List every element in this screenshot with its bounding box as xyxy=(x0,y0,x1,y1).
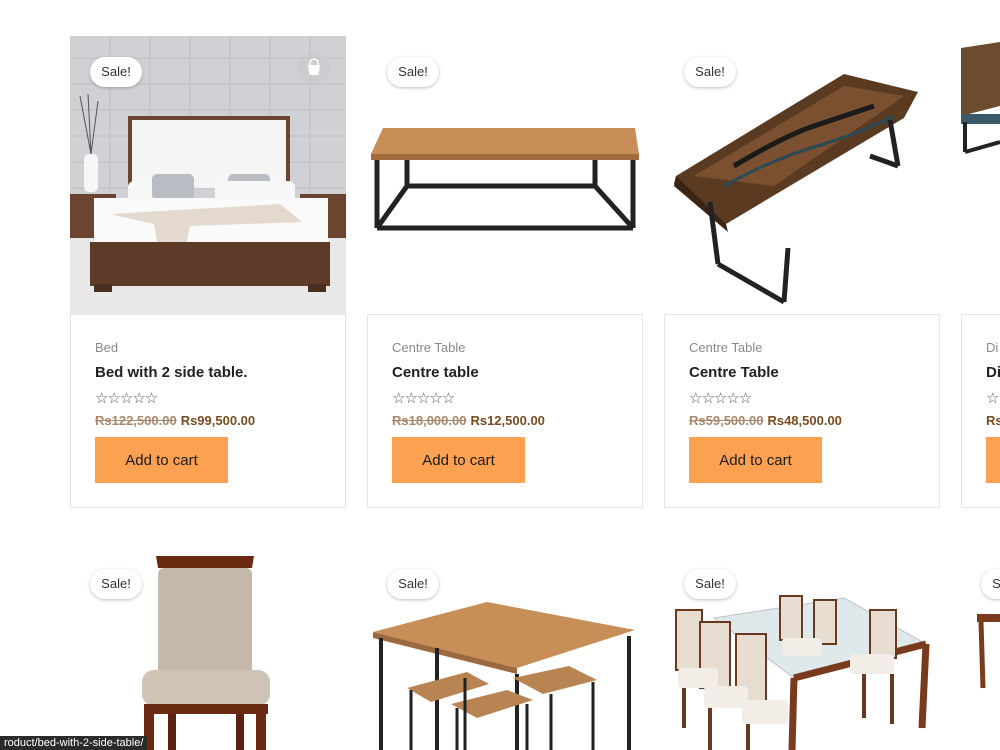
sale-badge: Sale! xyxy=(684,569,736,599)
product-image-partial[interactable] xyxy=(961,36,1000,314)
regular-price: Rs59,500.00 xyxy=(689,413,764,428)
sale-badge: Sale! xyxy=(684,57,736,87)
product-info: Centre Table Centre table ☆☆☆☆☆ Rs18,000… xyxy=(367,314,643,508)
product-info: Di Di ☆☆☆☆☆ Rs Add to cart xyxy=(961,314,1000,508)
product-title[interactable]: Centre table xyxy=(392,364,479,381)
product-card-partial-row2[interactable]: Sale! xyxy=(961,548,1000,750)
product-category[interactable]: Centre Table xyxy=(392,340,465,355)
product-category[interactable]: Bed xyxy=(95,340,118,355)
sale-price: Rs99,500.00 xyxy=(180,413,256,428)
rating-stars: ☆☆☆☆☆ xyxy=(986,390,1000,407)
sale-badge: Sale! xyxy=(90,57,142,87)
product-price: Rs59,500.00 Rs48,500.00 xyxy=(689,413,842,428)
sale-badge: Sale! xyxy=(90,569,142,599)
product-title[interactable]: Centre Table xyxy=(689,364,779,381)
rating-stars: ☆☆☆☆☆ xyxy=(95,390,158,407)
add-to-cart-button[interactable]: Add to cart xyxy=(986,437,1000,483)
add-to-cart-button[interactable]: Add to cart xyxy=(689,437,822,483)
product-price: Rs xyxy=(986,413,1000,428)
product-title[interactable]: Di xyxy=(986,364,1000,381)
product-price: Rs122,500.00 Rs99,500.00 xyxy=(95,413,255,428)
product-card-glass-dining[interactable]: Sale! xyxy=(664,548,940,750)
sale-price: Rs48,500.00 xyxy=(767,413,842,428)
sale-price: Rs12,500.00 xyxy=(470,413,545,428)
product-card-bed[interactable]: Sale! Bed Bed with 2 side table. ☆☆☆☆☆ R… xyxy=(70,36,346,508)
regular-price: Rs18,000.00 xyxy=(392,413,467,428)
product-info: Bed Bed with 2 side table. ☆☆☆☆☆ Rs122,5… xyxy=(70,314,346,508)
product-category[interactable]: Di xyxy=(986,340,998,355)
product-card-dining-set[interactable]: Sale! xyxy=(367,548,643,750)
product-card-centre-table-2[interactable]: Sale! Centre Table Centre Table ☆☆☆☆☆ Rs… xyxy=(664,36,940,508)
product-title[interactable]: Bed with 2 side table. xyxy=(95,364,248,381)
quick-add-cart-icon[interactable] xyxy=(298,52,330,84)
sale-badge: Sale! xyxy=(387,569,439,599)
sale-price: Rs xyxy=(986,413,1000,428)
status-bar-url: roduct/bed-with-2-side-table/ xyxy=(0,736,148,750)
product-price: Rs18,000.00 Rs12,500.00 xyxy=(392,413,545,428)
product-card-centre-table-1[interactable]: Sale! Centre Table Centre table ☆☆☆☆☆ Rs… xyxy=(367,36,643,508)
product-card-chair[interactable]: Sale! xyxy=(70,548,346,750)
regular-price: Rs122,500.00 xyxy=(95,413,177,428)
rating-stars: ☆☆☆☆☆ xyxy=(689,390,752,407)
add-to-cart-button[interactable]: Add to cart xyxy=(392,437,525,483)
product-category[interactable]: Centre Table xyxy=(689,340,762,355)
product-card-partial[interactable]: Di Di ☆☆☆☆☆ Rs Add to cart xyxy=(961,36,1000,508)
add-to-cart-button[interactable]: Add to cart xyxy=(95,437,228,483)
product-info: Centre Table Centre Table ☆☆☆☆☆ Rs59,500… xyxy=(664,314,940,508)
sale-badge: Sale! xyxy=(387,57,439,87)
rating-stars: ☆☆☆☆☆ xyxy=(392,390,455,407)
